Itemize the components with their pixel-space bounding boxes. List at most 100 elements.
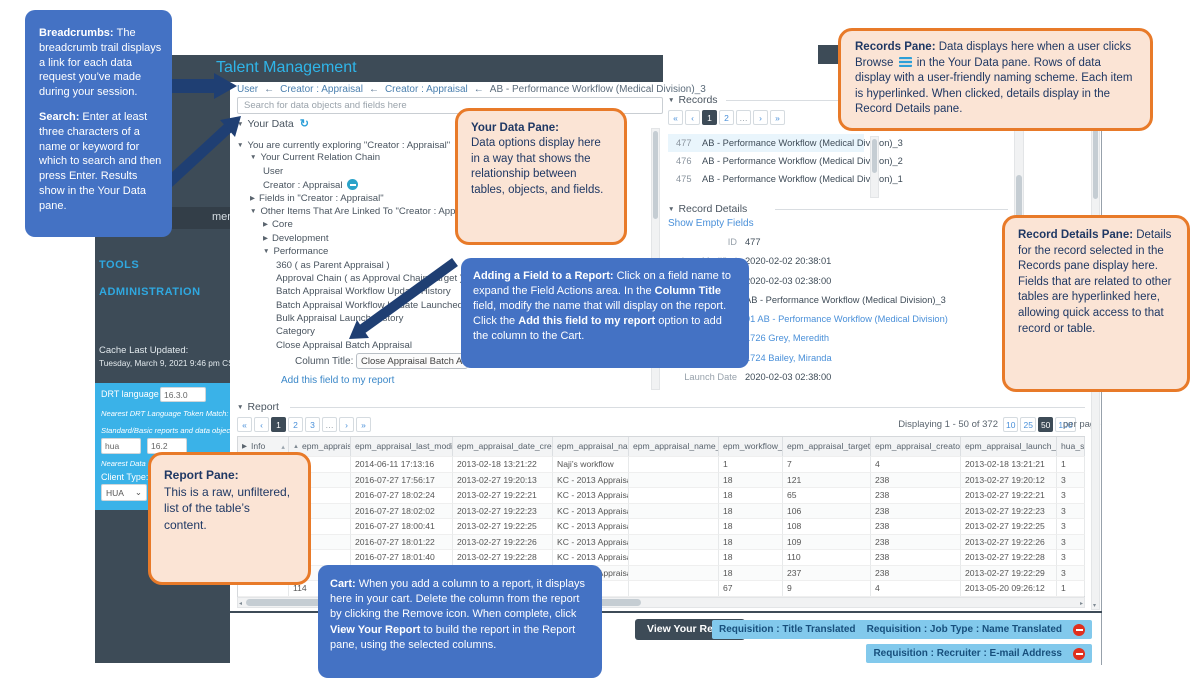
report-cell: KC - 2013 Appraisal — [553, 503, 629, 519]
callout-text: Report Pane: — [164, 468, 239, 482]
drt-tokens-input[interactable] — [160, 387, 206, 402]
scroll-down-icon[interactable]: ▾ — [1093, 602, 1096, 609]
collapse-caret-icon[interactable]: ▼ — [668, 97, 674, 104]
scrollbar-thumb[interactable] — [653, 131, 658, 219]
report-page-button[interactable]: › — [339, 417, 354, 432]
cart-item[interactable]: Requisition : Job Type : Name Translated — [860, 620, 1092, 639]
breadcrumb-item[interactable]: Creator : Appraisal — [385, 84, 468, 95]
report-page-button[interactable]: 2 — [288, 417, 303, 432]
report-cell: 106 — [783, 503, 871, 519]
report-cell: 2013-02-27 19:22:25 — [453, 518, 553, 534]
report-cell: 110 — [783, 549, 871, 565]
divider — [775, 209, 1008, 210]
page-size-button[interactable]: 10 — [1003, 417, 1018, 432]
records-row[interactable]: 476AB - Performance Workflow (Medical Di… — [668, 152, 864, 170]
report-cell: KC - 2013 Appraisal — [553, 534, 629, 550]
sidebar-item-administration[interactable]: ADMINISTRATION — [99, 286, 201, 298]
collapse-caret-icon[interactable]: ▼ — [668, 206, 674, 213]
breadcrumb-arrow-icon: ← — [369, 84, 379, 95]
expand-icon[interactable]: ▶ — [242, 443, 247, 450]
scroll-left-icon[interactable]: ◂ — [239, 600, 242, 607]
collapse-caret-icon[interactable]: ▼ — [237, 404, 243, 411]
callout-text: Data options display here in a way that … — [471, 137, 603, 195]
report-cell: 2013-02-27 19:22:29 — [961, 565, 1057, 581]
records-page-button[interactable]: ‹ — [685, 110, 700, 125]
report-cell: 1 — [719, 456, 783, 472]
report-page-button[interactable]: » — [356, 417, 371, 432]
report-cell: 2013-02-18 13:21:21 — [961, 456, 1057, 472]
report-cell: Naji’s workflow — [553, 456, 629, 472]
callout-text: Details for the record selected in the R… — [1018, 229, 1171, 335]
detail-value[interactable]: 91 AB - Performance Workflow (Medical Di… — [745, 314, 948, 324]
records-page-button[interactable]: » — [770, 110, 785, 125]
remove-cart-item-icon[interactable] — [1073, 624, 1085, 636]
detail-value[interactable]: 1726 Grey, Meredith — [745, 333, 829, 343]
remove-cart-item-icon[interactable] — [1073, 648, 1085, 660]
detail-value: AB - Performance Workflow (Medical Divis… — [745, 295, 946, 305]
report-cell — [629, 487, 719, 503]
report-column-header[interactable]: epm_workflow_id — [719, 437, 783, 456]
report-page-button[interactable]: « — [237, 417, 252, 432]
collapse-caret-icon[interactable]: ▼ — [237, 121, 243, 128]
report-page-button[interactable]: 3 — [305, 417, 320, 432]
detail-value[interactable]: 1724 Bailey, Miranda — [745, 353, 832, 363]
page-size-button[interactable]: 25 — [1020, 417, 1035, 432]
scrollbar-thumb[interactable] — [872, 139, 877, 173]
show-empty-fields-link[interactable]: Show Empty Fields — [668, 218, 754, 229]
breadcrumb-item[interactable]: Creator : Appraisal — [280, 84, 363, 95]
column-label: hua_scale_ — [1061, 441, 1085, 451]
report-column-header[interactable]: hua_scale_ — [1057, 437, 1085, 456]
client-type-select[interactable]: HUA ⌄ — [101, 484, 147, 501]
scroll-right-icon[interactable]: ▸ — [1080, 600, 1083, 607]
records-page-button[interactable]: 2 — [719, 110, 734, 125]
callout-text: View Your Report — [330, 624, 420, 636]
refresh-icon[interactable]: ↻ — [300, 118, 309, 130]
report-cell: KC - 2013 Appraisal — [553, 472, 629, 488]
report-column-header[interactable]: epm_appraisal_creator_id — [871, 437, 961, 456]
records-row[interactable]: 477AB - Performance Workflow (Medical Di… — [668, 134, 864, 152]
column-title-input[interactable] — [356, 353, 468, 369]
tree-item-label: Batch Appraisal Workflow Update Launched — [276, 300, 463, 311]
breadcrumb-arrow-icon: ← — [264, 84, 274, 95]
report-column-header[interactable]: epm_appraisal_last_modified — [351, 437, 453, 456]
records-page-button[interactable]: 1 — [702, 110, 717, 125]
report-page-button[interactable]: … — [322, 417, 337, 432]
standard-input-1[interactable] — [101, 438, 141, 454]
caret-icon: ▶ — [263, 221, 268, 228]
add-field-to-report-link[interactable]: Add this field to my report — [281, 375, 394, 386]
report-page-button[interactable]: ‹ — [254, 417, 269, 432]
sidebar-item-tools[interactable]: TOOLS — [99, 259, 139, 271]
report-column-header[interactable]: epm_appraisal_name_text — [629, 437, 719, 456]
sort-asc-icon: ▲ — [293, 444, 299, 450]
caret-icon: ▼ — [250, 208, 256, 215]
report-column-header[interactable]: epm_appraisal_launch_date — [961, 437, 1057, 456]
report-cell: 2013-02-27 19:20:13 — [453, 472, 553, 488]
report-column-header[interactable]: epm_appraisal_target_id — [783, 437, 871, 456]
report-column-header[interactable]: epm_appraisal_date_created — [453, 437, 553, 456]
report-cell: 2013-02-27 19:20:12 — [961, 472, 1057, 488]
report-cell: 65 — [783, 487, 871, 503]
records-row[interactable]: 475AB - Performance Workflow (Medical Di… — [668, 170, 864, 188]
standard-reports-label: Standard/Basic reports and data objects: — [101, 426, 238, 435]
report-cell: 4 — [871, 580, 961, 596]
report-row: 1102016-07-27 18:00:412013-02-27 19:22:2… — [238, 518, 1084, 534]
report-cell — [629, 580, 719, 596]
report-column-header[interactable]: epm_appraisal_name — [553, 437, 629, 456]
cart-item[interactable]: Requisition : Recruiter : E-mail Address — [866, 644, 1092, 663]
report-pagination: «‹123…›» — [237, 417, 373, 435]
records-page-button[interactable]: › — [753, 110, 768, 125]
records-scrollbar[interactable] — [870, 136, 879, 198]
records-page-button[interactable]: « — [668, 110, 683, 125]
report-cell: 2013-02-27 19:22:25 — [961, 518, 1057, 534]
report-cell — [629, 549, 719, 565]
callout-text: Breadcrumbs: — [39, 27, 117, 39]
caret-icon: ▶ — [263, 235, 268, 242]
remove-relation-icon[interactable] — [347, 179, 358, 190]
column-label: epm_appraisal_name — [557, 441, 629, 451]
breadcrumb-item[interactable]: User — [237, 84, 258, 95]
report-cell — [629, 503, 719, 519]
records-page-button[interactable]: … — [736, 110, 751, 125]
page-size-button[interactable]: 50 — [1038, 417, 1053, 432]
report-page-button[interactable]: 1 — [271, 417, 286, 432]
report-cell: 2013-02-27 19:22:26 — [453, 534, 553, 550]
